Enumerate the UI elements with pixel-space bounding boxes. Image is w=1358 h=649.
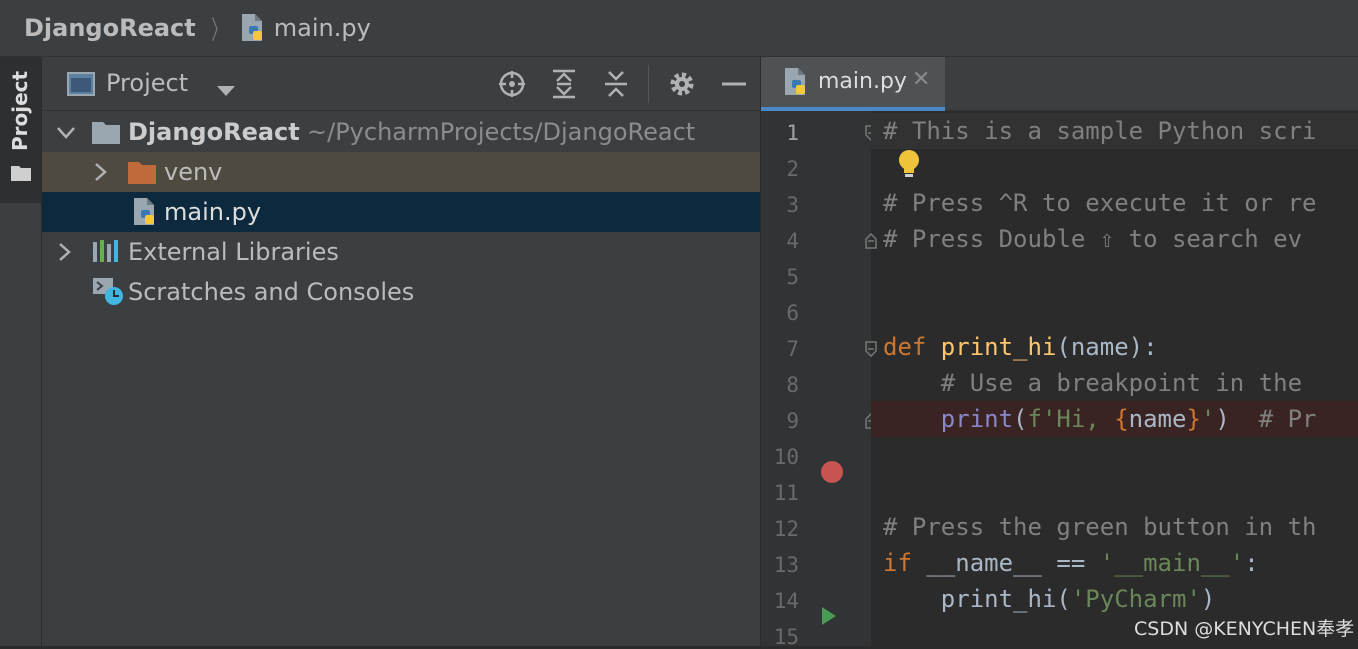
line-number: 4 [786,229,799,253]
code-line-4: # Press Double ⇧ to search ev [883,225,1303,253]
library-icon [92,240,122,268]
toolbar-divider [648,65,649,103]
tree-row-root[interactable]: DjangoReact ~/PycharmProjects/DjangoReac… [42,112,760,152]
keyword: if [883,549,927,577]
paren: ) [1215,405,1230,433]
string: ' [1200,405,1216,433]
line-number: 14 [773,589,799,613]
expand-all-icon[interactable] [548,68,580,100]
line-number: 10 [773,445,799,469]
watermark: CSDN @KENYCHEN奉孝 [1134,618,1355,640]
tree-row-scratches[interactable]: Scratches and Consoles [42,272,760,312]
breadcrumb-file[interactable]: main.py [274,14,371,42]
run-icon[interactable] [821,606,837,630]
function-name: print_hi [940,333,1057,361]
scratches-icon [92,277,124,311]
collapse-all-icon[interactable] [600,68,632,100]
locate-icon[interactable] [496,68,528,100]
tree-row-venv[interactable]: venv [42,152,760,192]
editor-tab-bar: main.py ✕ [761,57,1358,111]
variable: name [1128,405,1187,433]
tab-label: main.py [818,69,907,94]
chevron-right-icon[interactable] [58,242,72,266]
line-number: 11 [773,481,799,505]
tree-item-main-py: main.py [164,198,262,226]
chevron-down-icon[interactable] [56,125,76,144]
line-number: 3 [786,193,799,217]
code-line-9: print(f'Hi, {name}') # Pr [883,405,1317,433]
breadcrumb-separator: 〉 [210,15,227,46]
editor-area: main.py ✕ 1 2 3 4 5 6 7 8 9 10 11 12 13 … [761,57,1358,649]
code-line-12: # Press the green button in th [883,513,1317,541]
project-tool-window-button[interactable]: Project [0,57,41,203]
folder-icon [92,120,120,148]
expression: __name__ == [926,549,1100,577]
dropdown-arrow-icon[interactable] [217,81,235,100]
line-number: 15 [773,625,799,649]
line-number: 9 [786,409,799,433]
comment: # Pr [1229,405,1317,433]
project-panel-toolbar: Project [42,57,760,111]
code-line-14: print_hi('PyCharm') [883,585,1216,613]
project-stripe-label: Project [8,70,32,151]
lightbulb-icon[interactable] [897,149,921,183]
brace: } [1186,405,1201,433]
builtin: print [940,405,1014,433]
string: '__main__' [1099,549,1245,577]
tree-row-main-py[interactable]: main.py [42,192,760,232]
line-number: 13 [773,553,799,577]
tree-item-scratches: Scratches and Consoles [128,278,415,306]
project-view-icon [67,72,95,100]
code-line-8: # Use a breakpoint in the [883,369,1303,397]
tree-item-external-libraries: External Libraries [128,238,339,266]
paren: ( [1013,405,1028,433]
gear-icon[interactable] [666,68,698,100]
tree-item-venv: venv [164,158,223,186]
tree-root-name: DjangoReact [128,118,300,146]
string: f'Hi, [1027,405,1115,433]
editor-gutter[interactable]: 1 2 3 4 5 6 7 8 9 10 11 12 13 14 15 [761,111,877,649]
chevron-right-icon[interactable] [94,162,108,186]
colon: : [1244,549,1259,577]
folder-icon [128,160,156,188]
params: (name): [1056,333,1158,361]
navigation-bar: DjangoReact 〉 main.py [0,0,1358,57]
tab-main-py[interactable]: main.py ✕ [761,57,945,111]
line-number: 1 [786,121,799,145]
line-number: 7 [786,337,799,361]
project-view-selector[interactable]: Project [106,69,188,97]
keyword: def [883,333,941,361]
line-number: 12 [773,517,799,541]
minimize-icon[interactable] [718,68,750,100]
breadcrumb-project[interactable]: DjangoReact [24,14,196,42]
string: 'PyCharm' [1070,585,1201,613]
python-file-icon [132,197,158,231]
breakpoint-icon[interactable] [821,461,843,483]
line-number: 6 [786,301,799,325]
folder-icon [11,165,31,185]
tool-window-stripe: Project [0,57,42,646]
tree-row-external-libraries[interactable]: External Libraries [42,232,760,272]
code-line-13: if __name__ == '__main__': [883,549,1259,577]
project-panel: Project DjangoReact ~/PycharmProjects/Dj… [42,57,761,646]
brace: { [1114,405,1129,433]
code-line-3: # Press ^R to execute it or re [883,189,1317,217]
paren: ) [1200,585,1216,613]
line-number: 2 [786,157,799,181]
call: print_hi( [883,585,1071,613]
python-file-icon [783,67,809,101]
python-file-icon [240,13,266,43]
line-number: 5 [786,265,799,289]
line-number: 8 [786,373,799,397]
code-line-7: def print_hi(name): [883,333,1158,361]
fold-icon[interactable] [865,341,877,361]
tree-root-path: ~/PycharmProjects/DjangoReact [307,118,696,146]
code-line-1: # This is a sample Python scri [883,117,1317,145]
close-icon[interactable]: ✕ [912,67,930,92]
fold-icon[interactable] [865,232,877,253]
